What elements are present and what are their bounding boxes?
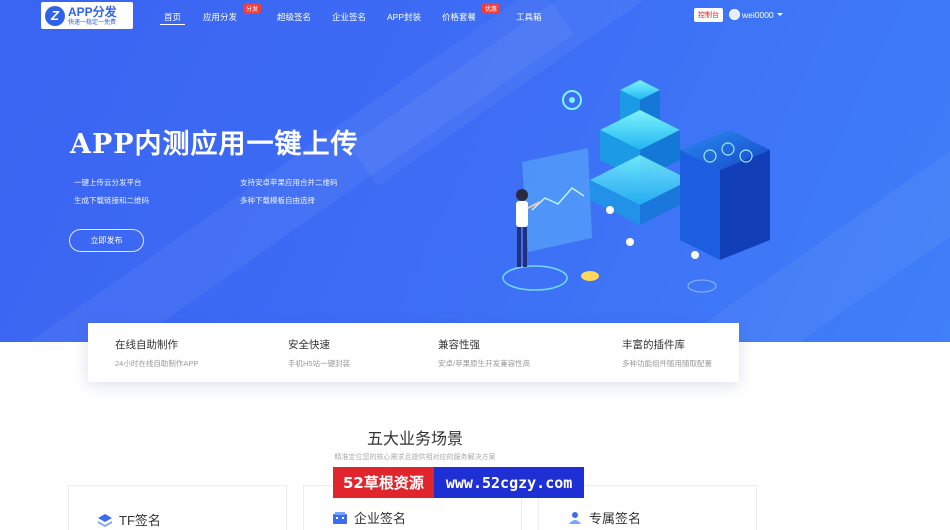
advantage-title: 丰富的插件库: [622, 339, 685, 351]
server-illustration: [502, 80, 770, 293]
publish-button[interactable]: 立即发布: [69, 229, 144, 252]
scene-label: 企业签名: [354, 511, 407, 526]
section-subtitle: 精准定位您的核心需求且提供相对应的服务解决方案: [334, 454, 496, 461]
advantage-title: 兼容性强: [438, 339, 480, 351]
nav-badge-distribution: 分发: [243, 3, 262, 14]
advantage-card: 丰富的插件库 多种功能组件随用随取配置: [622, 337, 712, 369]
advantage-title: 安全快速: [288, 339, 330, 351]
nav-item-enterprise-signature[interactable]: 企业签名: [332, 11, 366, 23]
watermark-banner: 52草根资源 www.52cgzy.com: [333, 467, 585, 498]
logo[interactable]: Z APP分发 快速一稳定一免费: [41, 2, 133, 29]
hero-feature: 一键上传云分发平台: [74, 178, 142, 187]
watermark-url: www.52cgzy.com: [433, 467, 585, 498]
advantages-panel: 在线自助制作 24小时在线自助制作APP 安全快速 手机H5站一键封装 兼容性强…: [88, 323, 739, 382]
avatar: [729, 9, 740, 20]
hero-feature: 生成下载链接和二维码: [74, 196, 149, 205]
logo-tagline: 快速一稳定一免费: [68, 19, 117, 26]
user-badge-icon: [569, 511, 581, 524]
nav-item-app-distribution[interactable]: 应用分发: [203, 11, 237, 23]
top-navbar: Z APP分发 快速一稳定一免费 首页 应用分发 分发 超级签名 企业签名 AP…: [0, 0, 950, 34]
scene-card-tf[interactable]: TF签名: [68, 485, 287, 530]
nav-item-toolbox[interactable]: 工具箱: [516, 11, 542, 23]
advantage-desc: 多种功能组件随用随取配置: [622, 359, 712, 368]
username: wei0000: [742, 9, 774, 20]
hero-title: APP内测应用一键上传: [70, 129, 359, 160]
hero-banner: Z APP分发 快速一稳定一免费 首页 应用分发 分发 超级签名 企业签名 AP…: [0, 0, 950, 342]
advantage-title: 在线自助制作: [115, 339, 178, 351]
advantage-desc: 手机H5站一键封装: [288, 359, 351, 368]
scene-label: 专属签名: [589, 511, 642, 526]
advantage-desc: 安卓/苹果原生开发兼容性高: [438, 359, 531, 368]
logo-mark-icon: Z: [45, 5, 65, 26]
hero-feature: 支持安卓苹果应用合并二维码: [240, 178, 338, 187]
logo-name: APP分发: [68, 4, 117, 19]
chevron-down-icon: [776, 13, 783, 16]
hero-feature: 多种下载模板自由选择: [240, 196, 315, 205]
building-icon: [333, 511, 347, 524]
advantage-card: 在线自助制作 24小时在线自助制作APP: [115, 337, 198, 369]
nav-item-super-signature[interactable]: 超级签名: [277, 11, 311, 23]
nav-item-app-package[interactable]: APP封装: [387, 11, 421, 23]
user-menu[interactable]: wei0000: [729, 9, 783, 20]
advantage-card: 安全快速 手机H5站一键封装: [288, 337, 350, 369]
section-title: 五大业务场景: [366, 431, 463, 448]
console-button[interactable]: 控制台: [694, 8, 723, 22]
scene-label: TF签名: [119, 513, 161, 528]
nav-item-home[interactable]: 首页: [159, 11, 186, 25]
nav-item-pricing[interactable]: 价格套餐: [442, 11, 476, 23]
advantage-desc: 24小时在线自助制作APP: [115, 359, 199, 368]
nav-badge-discount: 优惠: [482, 3, 501, 14]
layers-icon: [98, 513, 112, 527]
watermark-brand: 52草根资源: [333, 467, 434, 498]
advantage-card: 兼容性强 安卓/苹果原生开发兼容性高: [438, 337, 530, 369]
